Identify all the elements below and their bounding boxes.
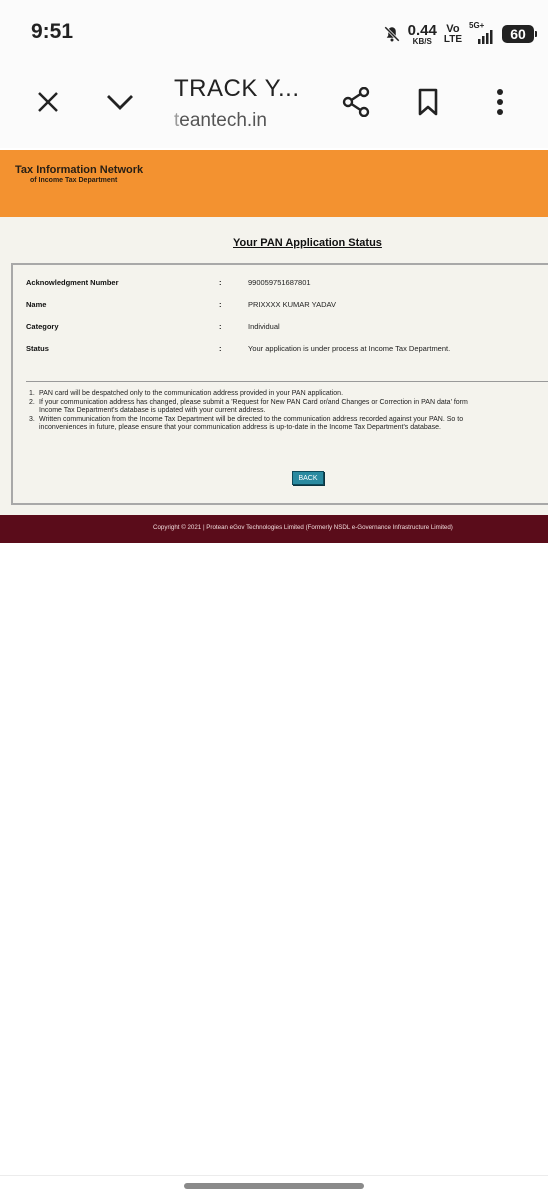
browser-toolbar: TRACK Y... teantech.in xyxy=(0,62,548,148)
divider xyxy=(26,381,548,382)
network-speed: 0.44 KB/S xyxy=(408,23,437,46)
chevron-down-icon xyxy=(107,95,133,110)
row-colon: : xyxy=(219,300,222,309)
notes-list: 1. PAN card will be despatched only to t… xyxy=(29,390,548,433)
bookmark-button[interactable] xyxy=(410,84,446,120)
mute-icon xyxy=(383,26,400,42)
bookmark-icon xyxy=(418,88,438,116)
note-line: inconveniences in future, please ensure … xyxy=(39,424,441,431)
back-button[interactable]: BACK xyxy=(292,471,324,485)
note-line: If your communication address has change… xyxy=(39,398,468,406)
row-label: Category xyxy=(26,322,59,331)
close-button[interactable] xyxy=(30,84,66,120)
network-type: 5G+ xyxy=(469,21,485,30)
site-footer: Copyright © 2021 | Protean eGov Technolo… xyxy=(0,515,548,543)
note-number: 2. xyxy=(29,398,35,406)
note-item: 3. Written communication from the Income… xyxy=(29,415,548,433)
status-icons: 0.44 KB/S Vo LTE 5G+ 60 xyxy=(383,21,537,46)
banner-subtitle: of Income Tax Department xyxy=(30,177,118,184)
share-button[interactable] xyxy=(338,84,374,120)
status-heading: Your PAN Application Status xyxy=(233,237,382,249)
web-content: Tax Information Network of Income Tax De… xyxy=(0,150,548,543)
status-value: Your application is under process at Inc… xyxy=(248,344,451,353)
share-icon xyxy=(342,87,370,117)
copyright-text: Copyright © 2021 | Protean eGov Technolo… xyxy=(153,524,453,531)
row-label: Name xyxy=(26,300,47,309)
gesture-divider xyxy=(0,1175,548,1176)
page-title: TRACK Y... xyxy=(174,75,300,102)
more-options-button[interactable] xyxy=(482,84,518,120)
speed-unit: KB/S xyxy=(412,36,432,46)
acknowledgment-number: 990059751687801 xyxy=(248,278,311,287)
status-bar: 9:51 0.44 KB/S Vo LTE 5G+ 60 xyxy=(0,0,548,62)
note-item: 1. PAN card will be despatched only to t… xyxy=(29,390,548,399)
site-banner: Tax Information Network of Income Tax De… xyxy=(0,150,548,217)
row-label: Status xyxy=(26,344,49,353)
expand-button[interactable] xyxy=(102,84,138,120)
status-panel: Acknowledgment Number : 990059751687801 … xyxy=(11,263,548,505)
category-value: Individual xyxy=(248,322,280,331)
row-colon: : xyxy=(219,344,222,353)
battery-indicator: 60 xyxy=(502,25,537,43)
note-line: PAN card will be despatched only to the … xyxy=(39,390,344,397)
close-icon xyxy=(38,92,58,112)
volte-top: Vo xyxy=(446,22,460,35)
clock: 9:51 xyxy=(31,20,74,43)
note-line: Income Tax Department's database is upda… xyxy=(39,407,266,414)
row-colon: : xyxy=(219,322,222,331)
row-label: Acknowledgment Number xyxy=(26,278,119,287)
page-url: teantech.in xyxy=(174,110,267,132)
banner-title: Tax Information Network xyxy=(15,164,144,176)
note-item: 2. If your communication address has cha… xyxy=(29,398,548,416)
note-line: Written communication from the Income Ta… xyxy=(39,415,464,423)
speed-value: 0.44 xyxy=(407,21,437,39)
volte-bottom: LTE xyxy=(443,33,462,45)
volte-indicator: Vo LTE xyxy=(443,22,462,45)
row-colon: : xyxy=(219,278,222,287)
applicant-name: PRIXXXX KUMAR YADAV xyxy=(248,300,336,309)
url-domain: eantech.in xyxy=(179,110,267,131)
gesture-handle[interactable] xyxy=(184,1183,364,1189)
more-vert-icon xyxy=(497,89,503,115)
note-number: 1. xyxy=(29,390,35,397)
signal-bars-icon xyxy=(478,30,493,44)
signal-5g: 5G+ xyxy=(469,21,495,45)
note-number: 3. xyxy=(29,415,35,423)
